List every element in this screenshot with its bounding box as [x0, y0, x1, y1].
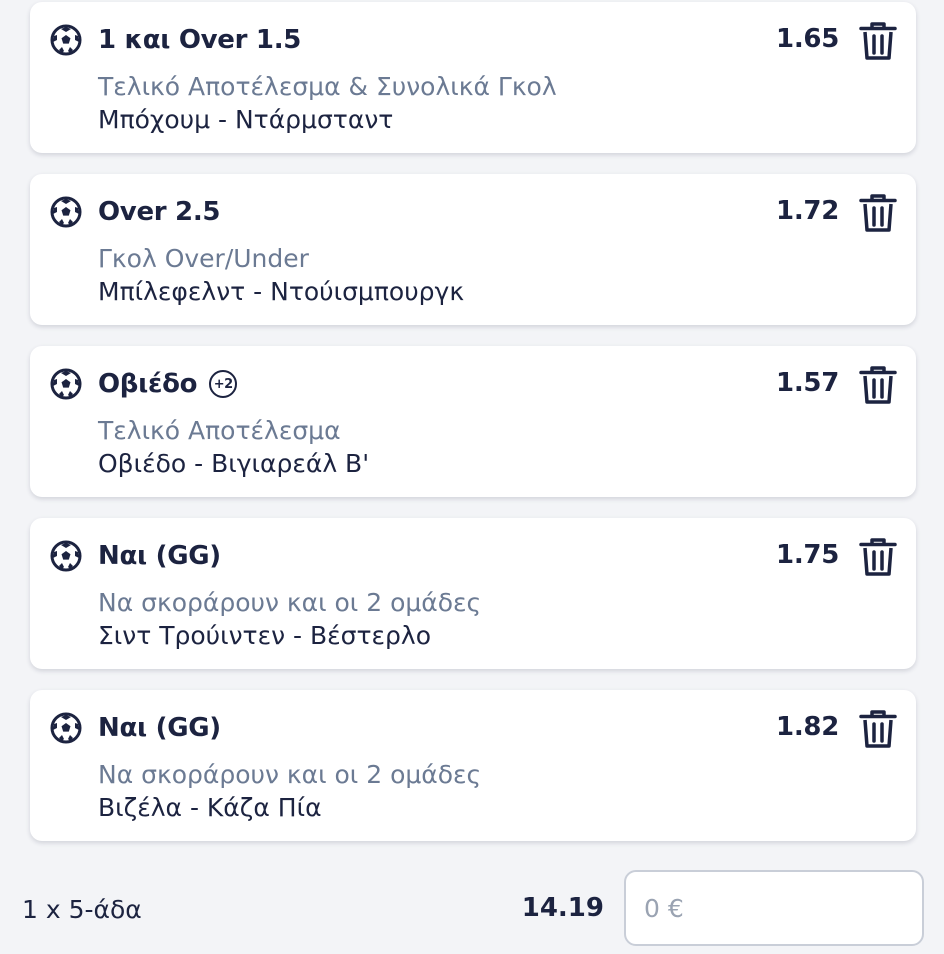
stake-input[interactable]	[624, 870, 924, 946]
bet-card: 1 και Over 1.5 1.65 Τελικό Αποτέλεσμα & …	[30, 2, 916, 153]
soccer-ball-icon	[50, 368, 82, 400]
bet-card: Ναι (GG) 1.82 Να σκοράρουν και οι 2 ομάδ…	[30, 690, 916, 841]
market-name: Τελικό Αποτέλεσμα & Συνολικά Γκολ	[98, 72, 557, 101]
odds-value: 1.72	[776, 196, 839, 226]
match-name: Βιζέλα - Κάζα Πία	[98, 793, 322, 822]
trash-icon	[859, 194, 897, 232]
selection-line: 1 και Over 1.5	[98, 23, 301, 57]
bet-card: Οβιέδο +2 1.57 Τελικό Αποτέλεσμα Οβιέδο …	[30, 346, 916, 497]
delete-bet-button[interactable]	[858, 708, 898, 750]
market-name: Να σκοράρουν και οι 2 ομάδες	[98, 760, 482, 789]
trash-icon	[859, 710, 897, 748]
match-name: Μπόχουμ - Ντάρμσταντ	[98, 105, 394, 134]
match-name: Οβιέδο - Βιγιαρεάλ Β'	[98, 449, 370, 478]
bet-slip-list: 1 και Over 1.5 1.65 Τελικό Αποτέλεσμα & …	[30, 2, 916, 862]
match-name: Σιντ Τρούιντεν - Βέστερλο	[98, 621, 432, 650]
selection-name: Ναι (GG)	[98, 713, 221, 743]
combo-badge[interactable]: +2	[209, 370, 238, 398]
delete-bet-button[interactable]	[858, 192, 898, 234]
trash-icon	[859, 366, 897, 404]
selection-name: Over 2.5	[98, 197, 221, 227]
selection-name: 1 και Over 1.5	[98, 25, 302, 55]
selection-line: Ναι (GG)	[98, 539, 221, 573]
delete-bet-button[interactable]	[858, 20, 898, 62]
odds-value: 1.57	[776, 368, 839, 398]
market-name: Γκολ Over/Under	[98, 244, 309, 273]
bet-card: Over 2.5 1.72 Γκολ Over/Under Μπίλεφελντ…	[30, 174, 916, 325]
delete-bet-button[interactable]	[858, 364, 898, 406]
selection-line: Οβιέδο +2	[98, 367, 238, 401]
soccer-ball-icon	[50, 24, 82, 56]
match-name: Μπίλεφελντ - Ντούισμπουργκ	[98, 277, 465, 306]
odds-value: 1.75	[776, 540, 839, 570]
delete-bet-button[interactable]	[858, 536, 898, 578]
selection-line: Over 2.5	[98, 195, 221, 229]
soccer-ball-icon	[50, 712, 82, 744]
system-type-label: 1 x 5-άδα	[22, 895, 142, 924]
total-odds-value: 14.19	[521, 893, 604, 923]
odds-value: 1.82	[776, 712, 839, 742]
soccer-ball-icon	[50, 196, 82, 228]
bet-card: Ναι (GG) 1.75 Να σκοράρουν και οι 2 ομάδ…	[30, 518, 916, 669]
market-name: Τελικό Αποτέλεσμα	[98, 416, 341, 445]
soccer-ball-icon	[50, 540, 82, 572]
bet-slip-footer: 1 x 5-άδα 14.19	[0, 862, 944, 954]
selection-name: Ναι (GG)	[98, 541, 221, 571]
selection-line: Ναι (GG)	[98, 711, 221, 745]
market-name: Να σκοράρουν και οι 2 ομάδες	[98, 588, 482, 617]
selection-name: Οβιέδο	[98, 369, 198, 399]
trash-icon	[859, 22, 897, 60]
odds-value: 1.65	[776, 24, 839, 54]
trash-icon	[859, 538, 897, 576]
